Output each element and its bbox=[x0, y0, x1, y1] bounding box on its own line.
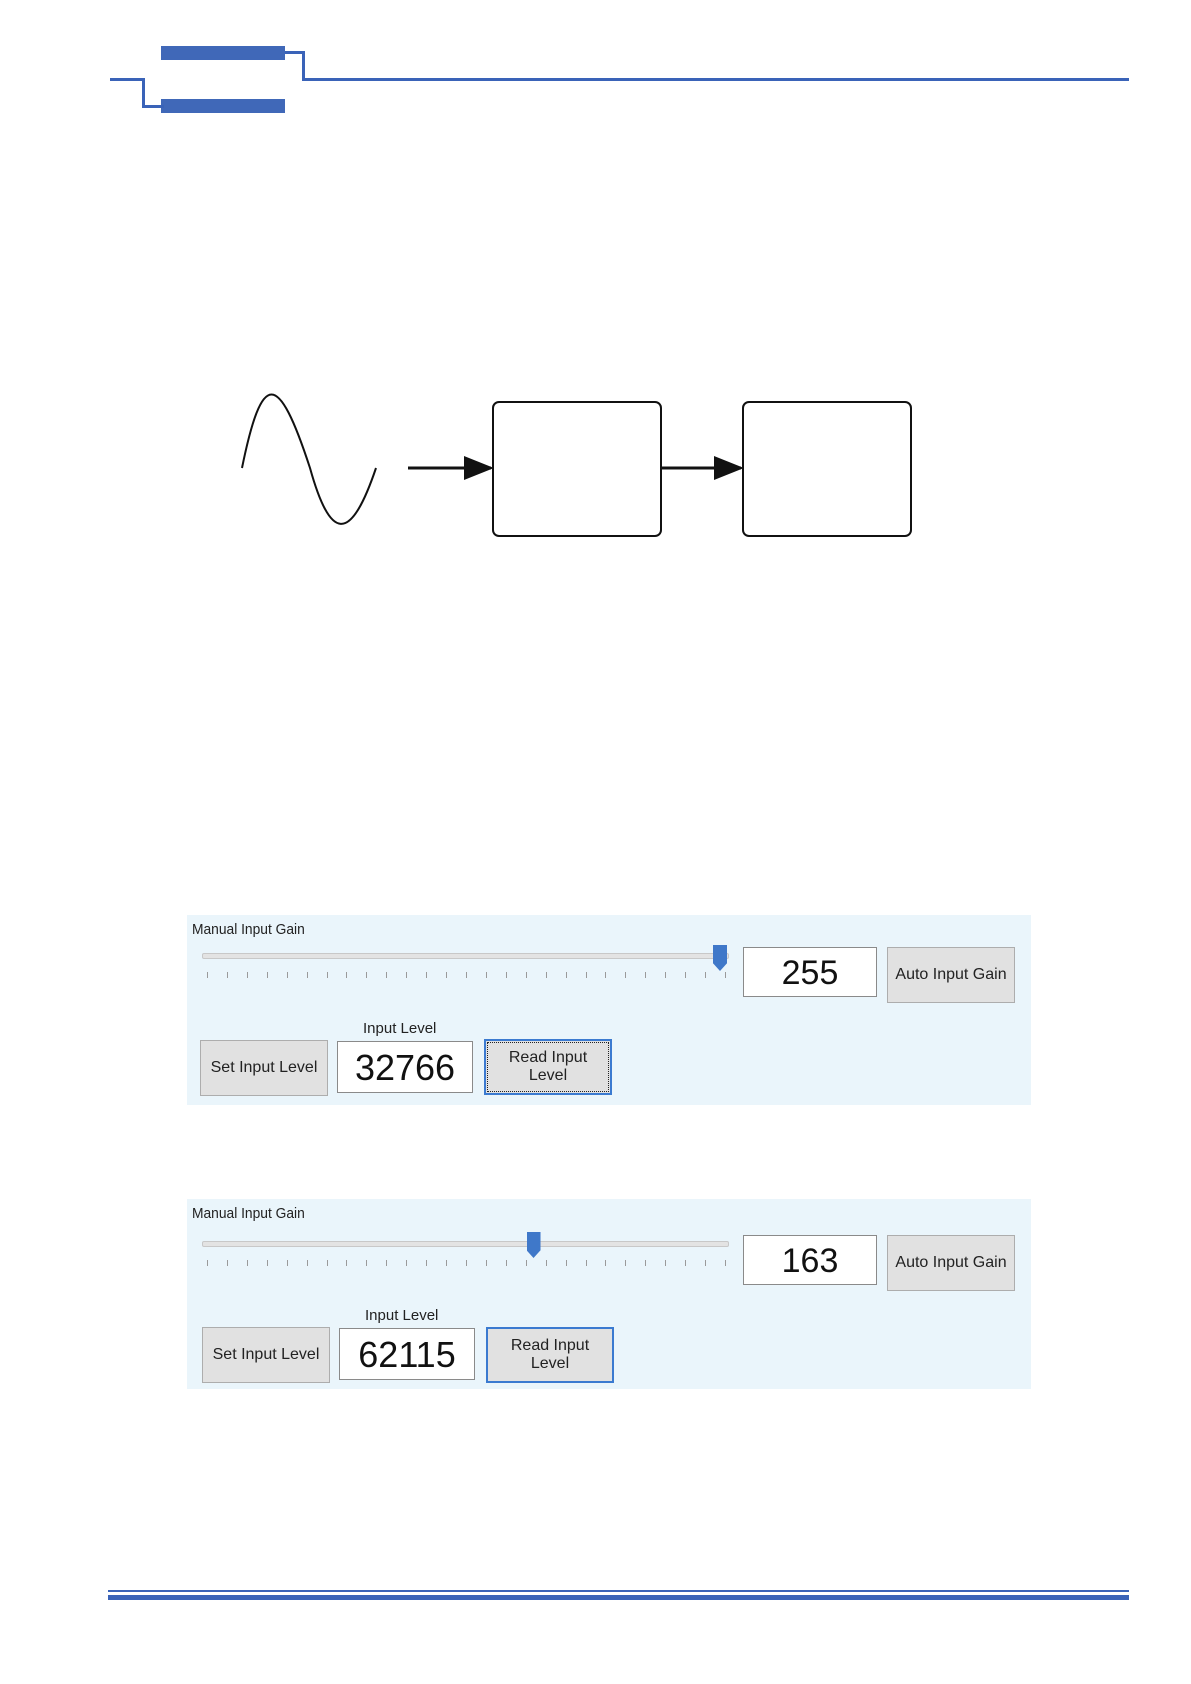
input-level-field[interactable]: 32766 bbox=[337, 1041, 473, 1093]
slider-tick bbox=[565, 972, 567, 978]
slider-tick bbox=[685, 972, 687, 978]
gain-slider-ticks bbox=[207, 1260, 727, 1268]
slider-tick bbox=[366, 1260, 368, 1266]
gain-slider-thumb[interactable] bbox=[713, 945, 727, 971]
slider-tick bbox=[585, 1260, 587, 1266]
slider-tick bbox=[226, 1260, 228, 1266]
slider-tick bbox=[485, 972, 487, 978]
input-level-label: Input Level bbox=[365, 1307, 439, 1324]
slider-tick bbox=[545, 1260, 547, 1266]
slider-tick bbox=[466, 1260, 467, 1266]
footer-rule-thin bbox=[108, 1590, 1129, 1592]
read-input-level-label: Read Input Level bbox=[510, 1337, 590, 1372]
slider-tick bbox=[366, 972, 368, 978]
slider-tick bbox=[266, 1260, 268, 1266]
slider-tick bbox=[246, 972, 248, 978]
slider-tick bbox=[306, 972, 308, 978]
auto-input-gain-button[interactable]: Auto Input Gain bbox=[887, 1235, 1015, 1291]
block-2 bbox=[742, 401, 912, 537]
auto-input-gain-button[interactable]: Auto Input Gain bbox=[887, 947, 1015, 1003]
slider-tick bbox=[306, 1260, 308, 1266]
slider-tick bbox=[406, 1260, 408, 1266]
slider-tick bbox=[207, 1260, 208, 1266]
input-level-label: Input Level bbox=[363, 1020, 437, 1037]
manual-input-gain-label: Manual Input Gain bbox=[192, 921, 305, 938]
footer-rule-thick bbox=[108, 1595, 1129, 1600]
input-level-field[interactable]: 62115 bbox=[339, 1328, 475, 1380]
slider-tick bbox=[286, 1260, 288, 1266]
read-input-level-label: Read Input Level bbox=[508, 1049, 588, 1084]
slider-tick bbox=[625, 972, 627, 978]
slider-tick bbox=[386, 1260, 388, 1266]
slider-tick bbox=[685, 1260, 687, 1266]
slider-tick bbox=[246, 1260, 248, 1266]
slider-tick bbox=[286, 972, 288, 978]
slider-tick bbox=[665, 972, 667, 978]
gain-value-field[interactable]: 255 bbox=[743, 947, 877, 997]
slider-tick bbox=[426, 972, 428, 978]
slider-tick bbox=[326, 1260, 328, 1266]
slider-tick bbox=[725, 972, 726, 978]
slider-tick bbox=[585, 972, 587, 978]
input-gain-panel-2: Manual Input Gain 163 Auto Input Gain In… bbox=[187, 1199, 1031, 1389]
slider-tick bbox=[665, 1260, 667, 1266]
slider-tick bbox=[725, 1260, 726, 1266]
slider-tick bbox=[406, 972, 408, 978]
slider-tick bbox=[485, 1260, 487, 1266]
slider-tick bbox=[346, 1260, 348, 1266]
signal-block-diagram bbox=[241, 393, 912, 537]
slider-tick bbox=[645, 1260, 647, 1266]
slider-tick bbox=[386, 972, 388, 978]
slider-tick bbox=[446, 1260, 448, 1266]
slider-tick bbox=[466, 972, 467, 978]
read-input-level-button[interactable]: Read Input Level bbox=[484, 1039, 612, 1095]
block-1 bbox=[492, 401, 662, 537]
slider-tick bbox=[705, 972, 707, 978]
slider-tick bbox=[645, 972, 647, 978]
gain-value-field[interactable]: 163 bbox=[743, 1235, 877, 1285]
gain-slider-thumb[interactable] bbox=[526, 1232, 541, 1258]
slider-tick bbox=[426, 1260, 428, 1266]
slider-tick bbox=[505, 972, 507, 978]
slider-tick bbox=[346, 972, 348, 978]
sine-wave-icon bbox=[241, 393, 377, 525]
slider-tick bbox=[326, 972, 328, 978]
manual-input-gain-label: Manual Input Gain bbox=[192, 1205, 305, 1222]
slider-tick bbox=[505, 1260, 507, 1266]
slider-tick bbox=[605, 1260, 607, 1266]
slider-tick bbox=[226, 972, 228, 978]
slider-tick bbox=[605, 972, 607, 978]
set-input-level-button[interactable]: Set Input Level bbox=[200, 1040, 328, 1096]
gain-slider-track[interactable] bbox=[202, 1241, 729, 1247]
slider-tick bbox=[545, 972, 547, 978]
read-input-level-button[interactable]: Read Input Level bbox=[486, 1327, 614, 1383]
slider-tick bbox=[446, 972, 448, 978]
slider-tick bbox=[705, 1260, 707, 1266]
slider-tick bbox=[266, 972, 268, 978]
slider-tick bbox=[525, 1260, 527, 1266]
input-gain-panel-1: Manual Input Gain 255 Auto Input Gain In… bbox=[187, 915, 1031, 1105]
slider-tick bbox=[207, 972, 208, 978]
slider-tick bbox=[525, 972, 527, 978]
set-input-level-button[interactable]: Set Input Level bbox=[202, 1327, 330, 1383]
slider-tick bbox=[565, 1260, 567, 1266]
gain-slider-ticks bbox=[207, 972, 727, 980]
slider-tick bbox=[625, 1260, 627, 1266]
gain-slider-track[interactable] bbox=[202, 953, 729, 959]
